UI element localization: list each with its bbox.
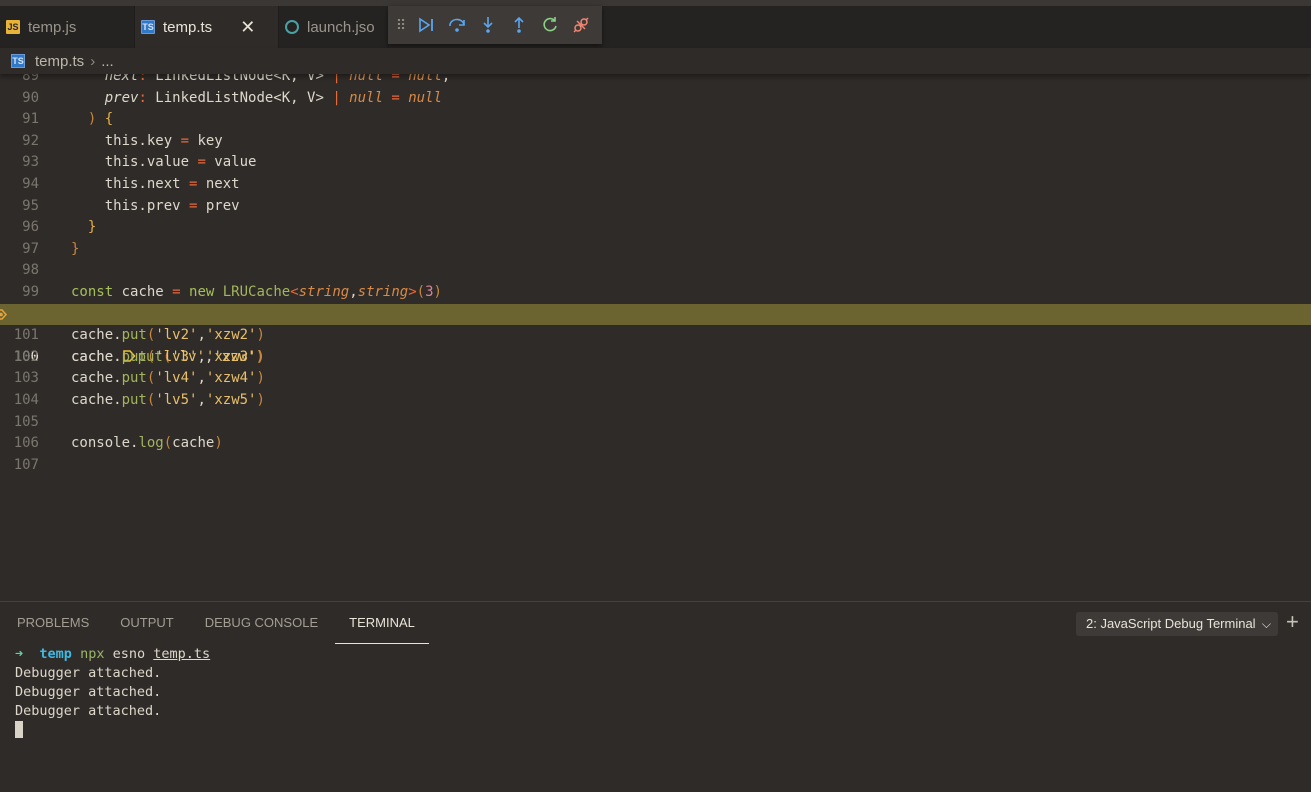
code-line: 92 this.key = key xyxy=(0,131,1311,153)
code-text: cache.put('lv2','xzw2') xyxy=(71,327,265,344)
breadcrumb-more[interactable]: ... xyxy=(101,53,114,70)
code-text: cache.put('lv5','xzw5') xyxy=(71,392,265,408)
debug-toolbar: ⠿ xyxy=(388,6,602,44)
line-number: 94 xyxy=(22,176,39,192)
close-tab-icon[interactable]: ✕ xyxy=(240,17,255,38)
line-number: 102 xyxy=(13,348,39,365)
breakpoint-current-icon[interactable] xyxy=(0,308,7,320)
terminal-command-line: ➜ temp npx esno temp.ts xyxy=(15,645,210,664)
cmd-npx: npx xyxy=(80,646,105,662)
code-line: 95 this.prev = prev xyxy=(0,196,1311,218)
code-text: prev: LinkedListNode<K, V> | null = null xyxy=(71,89,442,106)
code-line: 91 ) { xyxy=(0,109,1311,131)
code-text: this.value = value xyxy=(71,154,257,171)
code-text: cache.put('lv3','xzw3') xyxy=(71,348,265,365)
code-text: } xyxy=(71,219,97,236)
tab-label: temp.js xyxy=(28,18,77,36)
code-line: 101 cache.put('lv2','xzw2') xyxy=(0,325,1311,347)
code-text: this.key = key xyxy=(71,132,223,149)
code-text: console.log(cache) xyxy=(71,435,223,452)
code-line: 105 xyxy=(0,412,1311,434)
code-text: ) { xyxy=(71,111,114,128)
tab-label: temp.ts xyxy=(163,18,213,36)
line-number: 103 xyxy=(13,370,39,387)
prompt-arrow: ➜ xyxy=(15,646,24,662)
code-text: this.prev = prev xyxy=(71,197,240,214)
line-number: 99 xyxy=(22,284,39,300)
code-line: 90 prev: LinkedListNode<K, V> | null = n… xyxy=(0,88,1311,110)
code-text: cache.put('lv4','xzw4') xyxy=(71,370,265,387)
restart-icon[interactable] xyxy=(534,6,565,44)
line-number: 98 xyxy=(22,262,39,279)
step-over-icon[interactable] xyxy=(441,6,472,44)
cmd-file-link[interactable]: temp.ts xyxy=(153,646,210,662)
code-line: 97} xyxy=(0,239,1311,261)
line-number: 91 xyxy=(22,111,39,128)
prompt-dir: temp xyxy=(39,646,72,662)
breadcrumb-file[interactable]: temp.ts xyxy=(35,53,84,70)
terminal-cursor xyxy=(15,721,23,738)
tab-temp-js[interactable]: JS temp.js xyxy=(0,6,135,48)
code-text: } xyxy=(71,240,80,257)
line-number: 106 xyxy=(13,435,39,452)
line-number: 93 xyxy=(22,154,39,171)
chevron-down-icon: ⌵ xyxy=(1258,612,1271,636)
line-number: 101 xyxy=(13,327,39,344)
tab-launch-json[interactable]: launch.jso xyxy=(279,6,389,48)
cmd-esno: esno xyxy=(112,646,146,662)
tab-output[interactable]: OUTPUT xyxy=(106,602,187,644)
terminal-select-value: 2: JavaScript Debug Terminal xyxy=(1086,616,1256,631)
code-text: this.next = next xyxy=(71,176,240,192)
ts-file-icon: TS xyxy=(141,20,155,34)
tab-temp-ts[interactable]: TS temp.ts ✕ xyxy=(135,6,279,48)
line-number: 96 xyxy=(22,219,39,236)
line-number: 97 xyxy=(22,240,39,257)
line-number: 95 xyxy=(22,197,39,214)
code-line: 93 this.value = value xyxy=(0,152,1311,174)
add-terminal-icon[interactable]: + xyxy=(1286,610,1299,634)
bottom-panel: PROBLEMS OUTPUT DEBUG CONSOLE TERMINAL 2… xyxy=(0,601,1311,792)
terminal-output-line: Debugger attached. xyxy=(15,665,162,681)
code-line: 103 cache.put('lv4','xzw4') xyxy=(0,368,1311,390)
tab-terminal[interactable]: TERMINAL xyxy=(335,602,429,644)
json-file-icon xyxy=(285,20,299,34)
line-number: 107 xyxy=(13,456,39,473)
panel-tabs: PROBLEMS OUTPUT DEBUG CONSOLE TERMINAL xyxy=(0,602,429,644)
line-number: 92 xyxy=(22,132,39,149)
tab-problems[interactable]: PROBLEMS xyxy=(3,602,103,644)
disconnect-icon[interactable] xyxy=(565,6,596,44)
code-line: 99 const cache = new LRUCache<string,stri… xyxy=(0,282,1311,304)
current-execution-line: 100 cache. put('lv','xzw') xyxy=(0,303,1311,365)
code-line: 102 cache.put('lv3','xzw3') xyxy=(0,347,1311,369)
editor-tab-bar: JS temp.js TS temp.ts ✕ launch.jso xyxy=(0,6,1311,48)
terminal-cursor-line xyxy=(15,721,210,740)
line-number: 105 xyxy=(13,413,39,430)
tab-debug-console[interactable]: DEBUG CONSOLE xyxy=(191,602,332,644)
code-line: 94 this.next = next xyxy=(0,174,1311,196)
line-number: 104 xyxy=(13,392,39,408)
code-editor[interactable]: 89 next: LinkedListNode<K, V> | null = n… xyxy=(0,66,1311,601)
chevron-right-icon: › xyxy=(90,52,96,70)
continue-icon[interactable] xyxy=(410,6,441,44)
code-line: 98 xyxy=(0,260,1311,282)
terminal-output[interactable]: ➜ temp npx esno temp.ts Debugger attache… xyxy=(15,645,210,740)
tab-label: launch.jso xyxy=(307,18,375,36)
breadcrumb: TS temp.ts › ... xyxy=(0,48,1311,74)
code-line: 106 console.log(cache) xyxy=(0,433,1311,455)
step-out-icon[interactable] xyxy=(503,6,534,44)
code-text: const cache = new LRUCache<string,string… xyxy=(71,284,442,300)
js-file-icon: JS xyxy=(6,20,20,34)
ts-file-icon: TS xyxy=(11,54,25,68)
code-line: 107 xyxy=(0,455,1311,477)
terminal-output-line: Debugger attached. xyxy=(15,684,162,700)
drag-handle-icon[interactable]: ⠿ xyxy=(390,17,410,34)
code-line: 96 } xyxy=(0,217,1311,239)
terminal-select[interactable]: 2: JavaScript Debug Terminal ⌵ xyxy=(1076,612,1278,636)
step-into-icon[interactable] xyxy=(472,6,503,44)
line-number: 90 xyxy=(22,89,39,106)
terminal-output-line: Debugger attached. xyxy=(15,703,162,719)
code-line: 104 cache.put('lv5','xzw5') xyxy=(0,390,1311,412)
